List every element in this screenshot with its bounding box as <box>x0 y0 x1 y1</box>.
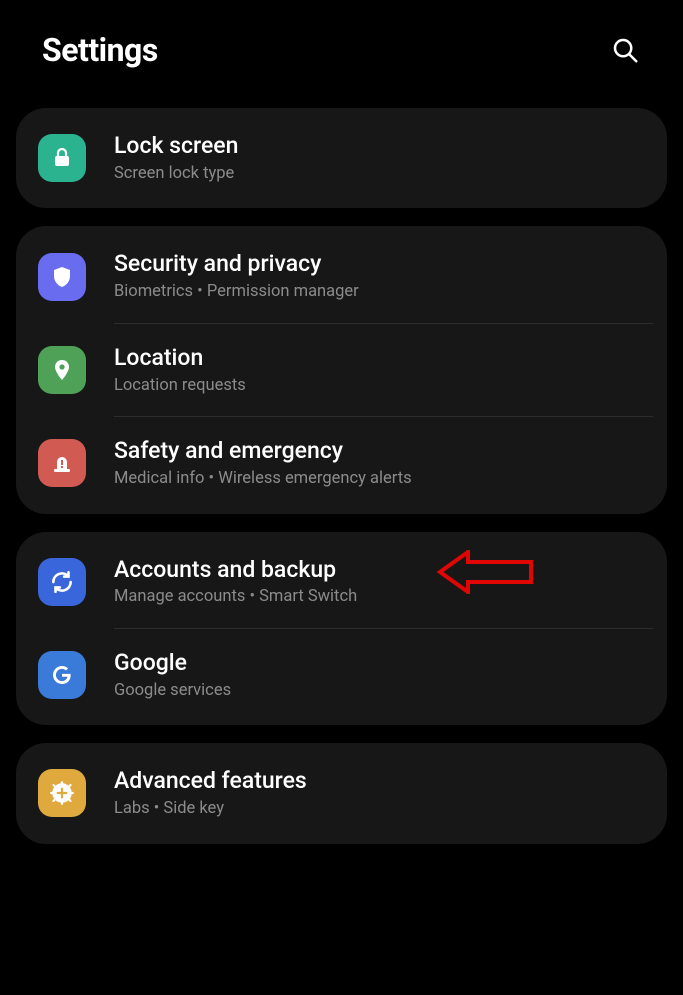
settings-item-text: Accounts and backup Manage accounts • Sm… <box>114 556 645 608</box>
settings-item-subtitle: Manage accounts • Smart Switch <box>114 587 645 608</box>
settings-group: Advanced features Labs • Side key <box>16 743 667 843</box>
settings-item-lock-screen[interactable]: Lock screen Screen lock type <box>16 112 667 204</box>
settings-item-accounts-backup[interactable]: Accounts and backup Manage accounts • Sm… <box>16 536 667 628</box>
settings-item-location[interactable]: Location Location requests <box>16 324 667 416</box>
settings-item-subtitle: Labs • Side key <box>114 799 645 820</box>
sync-icon <box>38 558 86 606</box>
settings-item-title: Safety and emergency <box>114 437 645 466</box>
settings-group: Accounts and backup Manage accounts • Sm… <box>16 532 667 726</box>
settings-item-advanced-features[interactable]: Advanced features Labs • Side key <box>16 747 667 839</box>
settings-item-title: Lock screen <box>114 132 645 161</box>
settings-group: Lock screen Screen lock type <box>16 108 667 208</box>
settings-item-google[interactable]: Google Google services <box>16 629 667 721</box>
settings-item-text: Safety and emergency Medical info • Wire… <box>114 437 645 489</box>
plus-gear-icon <box>38 769 86 817</box>
settings-item-safety-emergency[interactable]: Safety and emergency Medical info • Wire… <box>16 417 667 509</box>
settings-item-title: Location <box>114 344 645 373</box>
pin-icon <box>38 346 86 394</box>
settings-item-subtitle: Biometrics • Permission manager <box>114 282 645 303</box>
header: Settings <box>0 0 683 90</box>
settings-item-text: Location Location requests <box>114 344 645 396</box>
google-icon <box>38 651 86 699</box>
settings-group: Security and privacy Biometrics • Permis… <box>16 226 667 513</box>
page-title: Settings <box>42 31 158 69</box>
settings-item-title: Advanced features <box>114 767 645 796</box>
settings-item-subtitle: Location requests <box>114 376 645 397</box>
search-icon <box>610 35 640 65</box>
settings-item-subtitle: Medical info • Wireless emergency alerts <box>114 469 645 490</box>
settings-item-title: Accounts and backup <box>114 556 645 585</box>
siren-icon <box>38 439 86 487</box>
settings-item-subtitle: Screen lock type <box>114 164 645 185</box>
lock-icon <box>38 134 86 182</box>
settings-item-text: Google Google services <box>114 649 645 701</box>
settings-item-subtitle: Google services <box>114 681 645 702</box>
settings-item-title: Security and privacy <box>114 250 645 279</box>
settings-item-text: Lock screen Screen lock type <box>114 132 645 184</box>
settings-item-title: Google <box>114 649 645 678</box>
shield-icon <box>38 253 86 301</box>
settings-item-text: Advanced features Labs • Side key <box>114 767 645 819</box>
settings-item-text: Security and privacy Biometrics • Permis… <box>114 250 645 302</box>
settings-item-security-privacy[interactable]: Security and privacy Biometrics • Permis… <box>16 230 667 322</box>
search-button[interactable] <box>603 28 647 72</box>
